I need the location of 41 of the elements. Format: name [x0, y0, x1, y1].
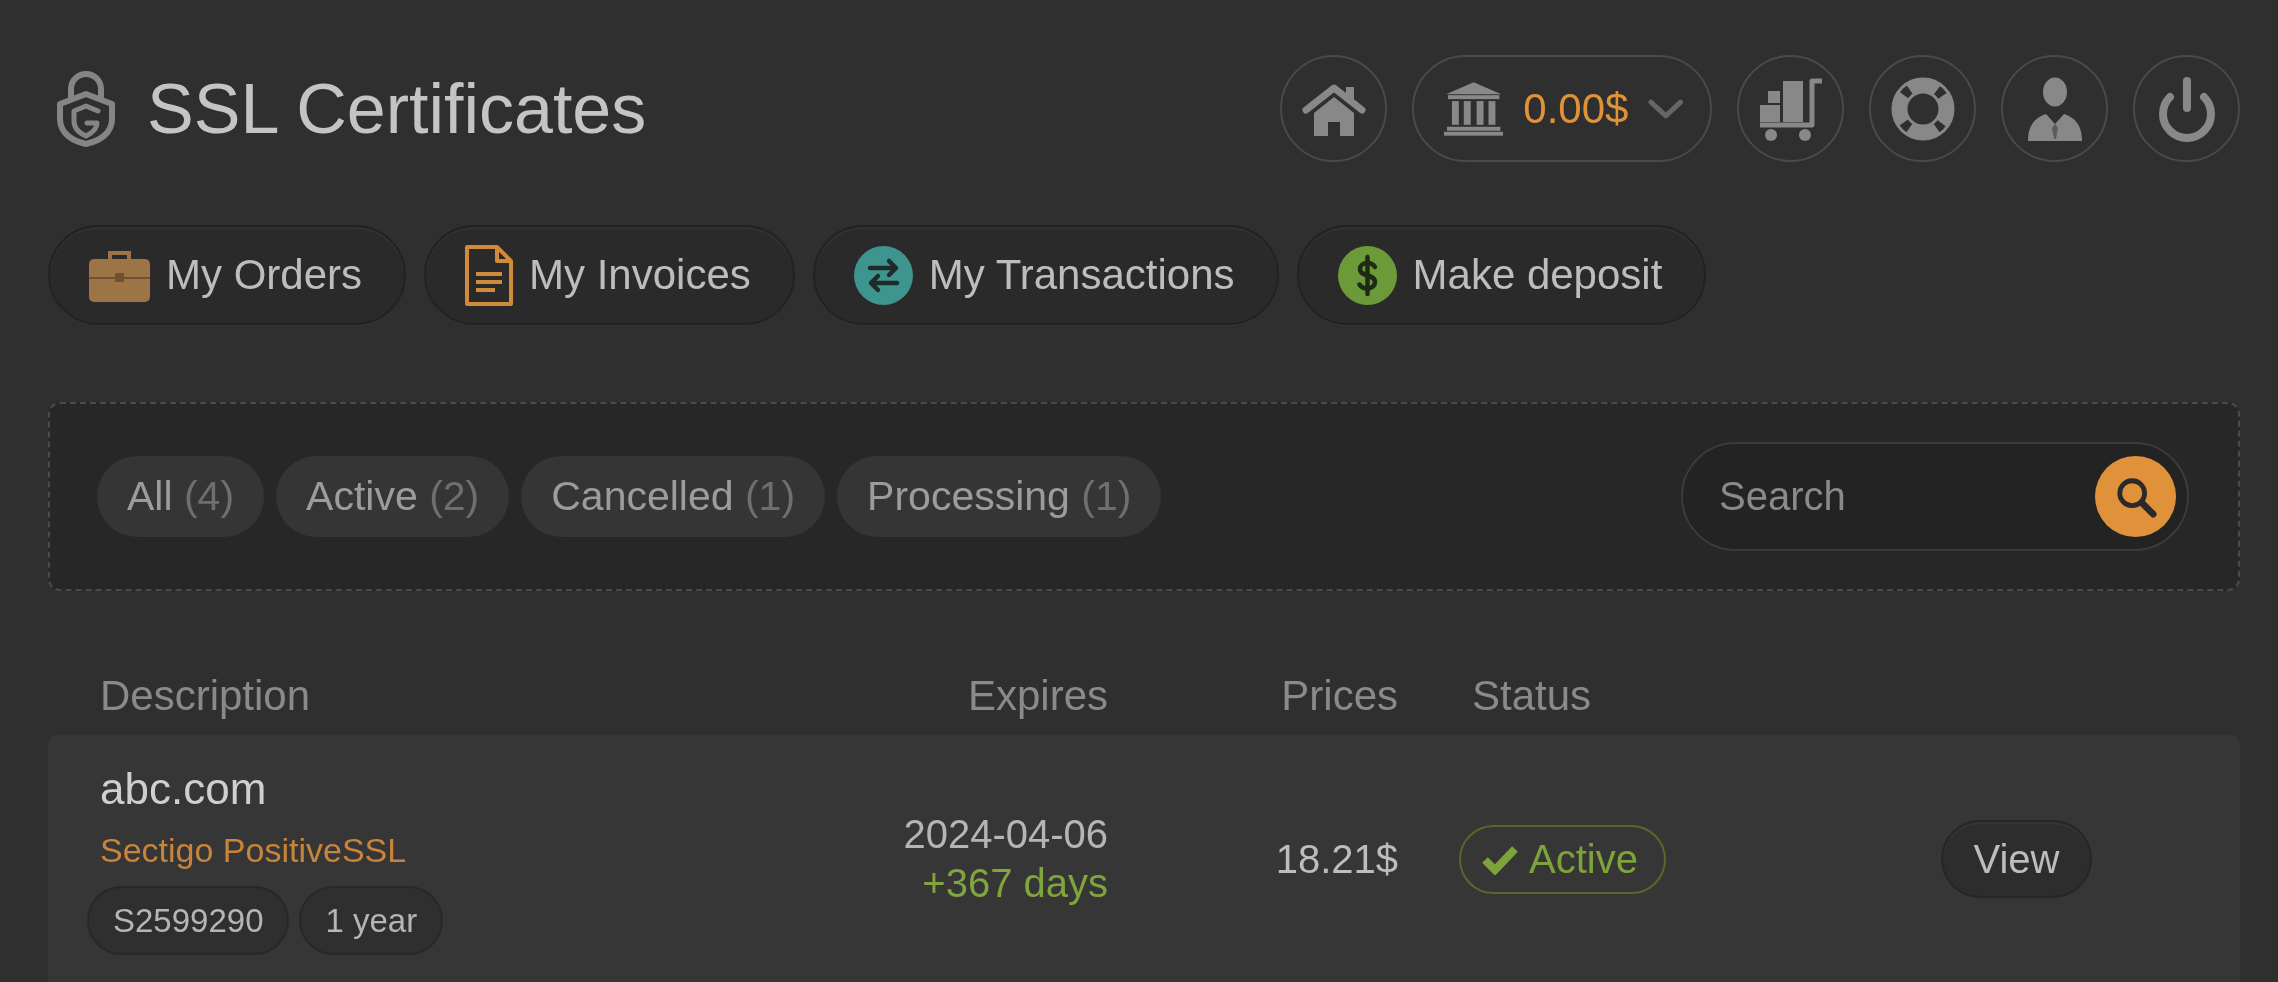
lifebuoy-icon: [1890, 76, 1955, 141]
home-button[interactable]: [1280, 55, 1387, 162]
document-icon: [465, 244, 513, 306]
account-button[interactable]: [2001, 55, 2108, 162]
user-icon: [2026, 76, 2083, 141]
nav-button[interactable]: Make deposit: [1296, 225, 1707, 325]
expiry-date: 2024-04-06: [902, 811, 1108, 858]
price-text: 18.21$: [1275, 836, 1398, 881]
help-button[interactable]: [1869, 55, 1976, 162]
balance-button[interactable]: 0.00$: [1412, 55, 1712, 162]
chevron-down-icon: [1648, 98, 1684, 119]
column-header: Expires: [967, 672, 1108, 719]
shield-lock-icon: [55, 70, 117, 147]
power-button[interactable]: [2133, 55, 2240, 162]
briefcase-icon: [89, 248, 150, 302]
column-header: Description: [100, 672, 311, 719]
status-text: Active: [1529, 836, 1638, 882]
term-tag: 1 year: [299, 886, 444, 955]
column-header: Status: [1472, 672, 1592, 719]
filter-chip[interactable]: All (4): [97, 456, 265, 537]
nav-button[interactable]: My Invoices: [424, 225, 795, 325]
power-icon: [2156, 75, 2217, 142]
nav-button[interactable]: My Transactions: [812, 225, 1279, 325]
filter-chip[interactable]: Cancelled (1): [521, 456, 826, 537]
order-id-tag: S2599290: [87, 886, 290, 955]
bank-icon: [1444, 81, 1504, 136]
filter-chip[interactable]: Active (2): [276, 456, 510, 537]
product-name: Sectigo PositiveSSL: [100, 830, 407, 870]
nav-button[interactable]: My Orders: [48, 225, 406, 325]
cart-button[interactable]: [1737, 55, 1844, 162]
transfer-arrows-icon: [853, 245, 913, 305]
column-header: Prices: [1281, 672, 1398, 719]
domain-name: abc.com: [100, 763, 267, 815]
cart-icon: [1757, 76, 1824, 141]
days-remaining: +367 days: [921, 860, 1108, 907]
view-button[interactable]: View: [1941, 820, 2092, 898]
page-title: SSL Certificates: [147, 68, 647, 149]
search-field[interactable]: Search: [1681, 442, 2189, 551]
home-icon: [1301, 81, 1366, 136]
dollar-coin-icon: [1337, 245, 1397, 305]
filter-chip[interactable]: Processing (1): [837, 456, 1162, 537]
